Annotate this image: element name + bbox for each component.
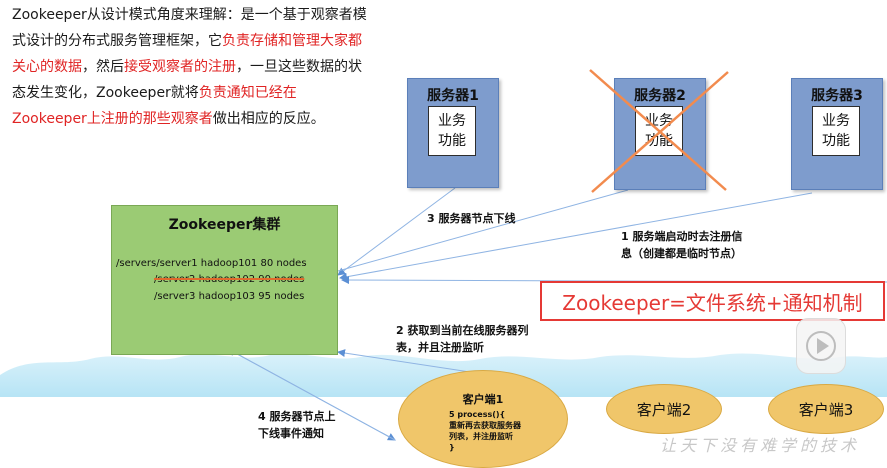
zookeeper-cluster: Zookeeper集群 /servers/server1 hadoop101 8…	[111, 205, 338, 355]
client-1-code: 5 process(){ 重新再去获取服务器 列表，并注册监听 }	[449, 410, 521, 452]
znode-server1: /servers/server1 hadoop101 80 nodes	[116, 258, 307, 269]
client-1-title: 客户端1	[462, 393, 504, 406]
label-step4: 4 服务器节点上 下线事件通知	[258, 410, 336, 440]
server-1-function: 业务 功能	[428, 106, 476, 156]
label-step1: 1 服务端启动时去注册信 息（创建都是临时节点）	[621, 230, 743, 260]
arrow-server2-to-zk	[337, 189, 629, 272]
znode-server2: /server2 hadoop102 90 nodes	[154, 274, 305, 285]
server-3: 服务器3 业务 功能	[791, 78, 883, 190]
zookeeper-title: Zookeeper集群	[168, 217, 281, 233]
play-button[interactable]	[796, 318, 846, 374]
label-step2: 2 获取到当前在线服务器列 表，并且注册监听	[396, 324, 529, 354]
client-3: 客户端3	[768, 384, 884, 434]
cross-mark-icon	[589, 69, 729, 193]
server-1-title: 服务器1	[427, 88, 479, 104]
server-3-title: 服务器3	[811, 88, 863, 104]
client-1: 客户端1 5 process(){ 重新再去获取服务器 列表，并注册监听 }	[398, 370, 568, 468]
watermark: 让天下没有难学的技术	[660, 436, 861, 455]
server-3-function: 业务 功能	[812, 106, 860, 156]
play-icon	[806, 331, 836, 361]
server-1: 服务器1 业务 功能	[407, 78, 499, 188]
client-2: 客户端2	[606, 384, 722, 434]
label-step3: 3 服务器节点下线	[427, 212, 516, 225]
znode-server3: /server3 hadoop103 95 nodes	[154, 291, 305, 302]
client-2-title: 客户端2	[636, 401, 692, 419]
arrow-server1-to-zk	[337, 187, 456, 276]
formula-box: Zookeeper=文件系统+通知机制	[540, 281, 885, 321]
client-3-title: 客户端3	[798, 401, 854, 419]
